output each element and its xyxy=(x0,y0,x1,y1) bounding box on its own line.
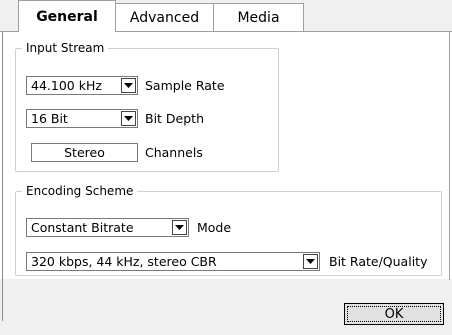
dialog-window: Advanced Media General Input Stream 44.1… xyxy=(0,0,452,335)
chevron-down-icon[interactable] xyxy=(121,78,136,93)
tab-advanced[interactable]: Advanced xyxy=(114,3,215,31)
chevron-down-icon[interactable] xyxy=(172,220,187,235)
focus-rectangle xyxy=(347,306,441,322)
bitrate-dropdown[interactable]: 320 kbps, 44 kHz, stereo CBR xyxy=(26,252,320,271)
tab-label: General xyxy=(36,8,98,25)
group-title: Input Stream xyxy=(22,40,109,56)
sample-rate-value: 44.100 kHz xyxy=(31,78,102,93)
tab-label: Advanced xyxy=(129,9,200,26)
bit-depth-value: 16 Bit xyxy=(31,111,68,126)
ok-button[interactable]: OK xyxy=(344,303,444,325)
mode-dropdown[interactable]: Constant Bitrate xyxy=(26,218,189,237)
panel-left-border xyxy=(2,31,3,321)
bit-depth-label: Bit Depth xyxy=(145,111,204,126)
panel-right-border xyxy=(449,31,450,280)
tab-general[interactable]: General xyxy=(18,0,116,32)
mode-value: Constant Bitrate xyxy=(31,220,134,235)
tab-label: Media xyxy=(237,9,280,26)
sample-rate-dropdown[interactable]: 44.100 kHz xyxy=(26,76,138,95)
bitrate-label: Bit Rate/Quality xyxy=(329,254,428,269)
mode-label: Mode xyxy=(197,220,232,235)
chevron-down-icon[interactable] xyxy=(121,111,136,126)
bitrate-value: 320 kbps, 44 kHz, stereo CBR xyxy=(31,254,217,269)
channels-field: Stereo xyxy=(31,143,138,162)
channels-value: Stereo xyxy=(64,145,105,160)
channels-label: Channels xyxy=(145,145,203,160)
bit-depth-dropdown[interactable]: 16 Bit xyxy=(26,109,138,128)
sample-rate-label: Sample Rate xyxy=(145,78,225,93)
chevron-down-icon[interactable] xyxy=(303,254,318,269)
tab-media[interactable]: Media xyxy=(213,3,304,31)
group-title: Encoding Scheme xyxy=(22,183,138,199)
